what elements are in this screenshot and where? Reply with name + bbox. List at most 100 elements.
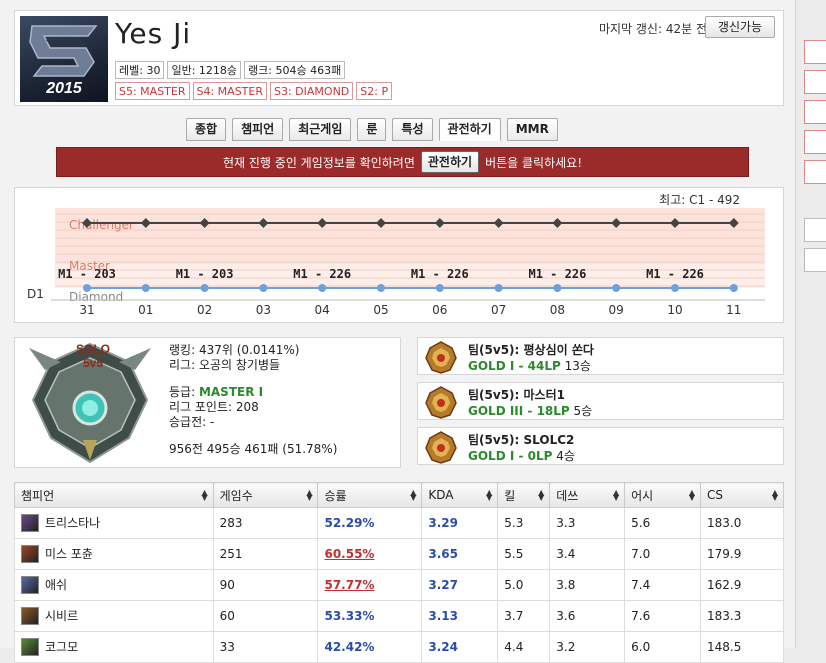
games-cell: 90 [212,569,319,601]
sort-icon: ▲ ▼ [306,488,313,502]
champion-portrait-icon [21,514,39,533]
side-widget[interactable] [804,70,826,94]
solo-sub-text: 5v5 [82,356,104,370]
solo-info: 랭킹: 437위 (0.0141%) 리그: 오공의 창기병들 등급: MAST… [169,343,337,457]
solo-tier-label: 등급: [169,385,196,399]
table-header-row: 챔피언 ▲ ▼ 게임수 ▲ ▼ 승률 ▲ ▼ KDA ▲ ▼ 킬 ▲ ▼ 데쓰 ▲ ▼ 어시 ▲ ▼ CS ▲… [14,482,784,508]
normal-wins-tag: 일반: 1218승 [167,61,242,79]
side-widget[interactable] [804,130,826,154]
kda-value: 3.65 [428,547,458,561]
tab-masteries[interactable]: 특성 [392,118,433,141]
refresh-button[interactable]: 갱신가능 [705,16,775,38]
kda-value: 3.27 [428,578,458,592]
cs-cell: 183.3 [700,600,784,632]
cs-cell: 183.0 [700,507,784,539]
solo-league: 리그: 오공의 창기병들 [169,358,281,372]
champion-cell[interactable]: 코그모 [14,631,214,663]
column-header-deaths[interactable]: 데쓰 ▲ ▼ [549,482,626,508]
champion-cell[interactable]: 시비르 [14,600,214,632]
winrate-value: 52.29% [324,516,375,530]
team-name: 팀(5v5): SLOLC2 [468,433,575,447]
column-header-kda[interactable]: KDA ▲ ▼ [421,482,499,508]
kda-cell: 3.24 [421,631,499,663]
gold-emblem-icon [425,386,457,419]
sort-icon: ▲ ▼ [612,488,620,502]
data-point [435,284,444,292]
data-point [553,284,562,292]
column-header-games[interactable]: 게임수 ▲ ▼ [212,482,319,508]
team-rank: GOLD I - 0LP 4승 [468,449,575,463]
column-header-champion[interactable]: 챔피언 ▲ ▼ [14,482,214,508]
tab-recent-games[interactable]: 최근게임 [289,118,352,141]
kda-value: 3.24 [428,640,458,654]
side-widget[interactable] [804,40,826,64]
point-label: M1 - 226 [411,267,469,281]
tab-mmr[interactable]: MMR [506,118,558,141]
solo-tier: MASTER I [198,385,264,399]
season-tags: S5: MASTER S4: MASTER S3: DIAMOND S2: P [115,82,393,100]
sort-icon: ▲ ▼ [201,488,208,502]
champion-cell[interactable]: 애쉬 [14,569,214,601]
data-point [377,284,385,292]
data-point [612,284,621,292]
champion-cell[interactable]: 미스 포츈 [14,538,214,570]
winrate-cell: 52.29% [317,507,423,539]
column-header-assists[interactable]: 어시 ▲ ▼ [624,482,702,508]
kills-cell: 5.3 [497,507,551,539]
games-cell: 60 [212,600,319,632]
spectate-banner: 현재 진행 중인 게임정보를 확인하려면 관전하기 버튼을 클릭하세요! [56,147,749,177]
data-point [318,284,327,292]
solo-rank-panel: SOLO 5v5 랭킹: 437위 (0.0141%) 리그: 오공의 창기병들… [14,337,401,468]
league-history-chart: Challenger Master Diamond D1 최고: C1 - 492 M1 … [14,187,784,323]
champion-name: 애쉬 [45,577,68,592]
side-widget[interactable] [804,248,826,272]
deaths-cell: 3.3 [549,507,626,539]
x-tick-label: 08 [550,303,565,317]
kda-value: 3.13 [428,609,458,623]
champion-portrait-icon [21,545,39,564]
right-sidebar [796,0,826,648]
team-name: 팀(5v5): 마스터1 [468,388,565,402]
kda-cell: 3.65 [421,538,499,570]
champion-name: 코그모 [45,639,79,654]
side-widget[interactable] [804,218,826,242]
challenger-band [55,208,765,264]
solo-points: 리그 포인트: 208 [169,400,259,414]
champion-portrait-icon [21,607,39,626]
deaths-cell: 3.2 [549,631,626,663]
solo-promo: 승급전: - [169,415,215,429]
side-widget[interactable] [804,160,826,184]
column-header-winrate[interactable]: 승률 ▲ ▼ [317,482,423,508]
spectate-text-before: 현재 진행 중인 게임정보를 확인하려면 [222,155,415,170]
assists-cell: 7.4 [624,569,702,601]
gold-emblem-icon [425,431,457,464]
deaths-cell: 3.8 [549,569,626,601]
point-label: M1 - 203 [58,267,116,281]
profile-header: 2015 Yes Ji 레벨: 30 일반: 1218승 랭크: 504승 46… [14,10,784,106]
winrate-value: 57.77% [324,578,375,592]
solo-emblem-title: SOLO 5v5 [73,342,113,370]
season-tag: S4: MASTER [192,82,267,100]
data-point [729,284,738,292]
tab-spectate[interactable]: 관전하기 [438,118,501,141]
x-tick-label: 01 [138,303,153,317]
side-widget[interactable] [804,100,826,124]
solo-ranking: 랭킹: 437위 (0.0141%) [169,343,300,357]
tab-champions[interactable]: 챔피언 [232,118,284,141]
x-tick-label: 10 [667,303,682,317]
champion-stats-table: 챔피언 ▲ ▼ 게임수 ▲ ▼ 승률 ▲ ▼ KDA ▲ ▼ 킬 ▲ ▼ 데쓰 ▲ ▼ 어시 ▲ ▼ CS ▲… [14,482,784,663]
spectate-button[interactable]: 관전하기 [420,151,480,173]
sort-icon: ▲ ▼ [410,488,417,502]
assists-cell: 7.6 [624,600,702,632]
champion-cell[interactable]: 트리스타나 [14,507,214,539]
tab-runes[interactable]: 룬 [357,118,387,141]
column-header-cs[interactable]: CS ▲ ▼ [700,482,784,508]
deaths-cell: 3.6 [549,600,626,632]
point-label: M1 - 203 [176,267,234,281]
tab-summary[interactable]: 종합 [186,118,227,141]
winrate-cell: 42.42% [317,631,423,663]
column-header-kills[interactable]: 킬 ▲ ▼ [497,482,551,508]
games-cell: 283 [212,507,319,539]
team-rank: GOLD I - 44LP 13승 [468,359,591,373]
